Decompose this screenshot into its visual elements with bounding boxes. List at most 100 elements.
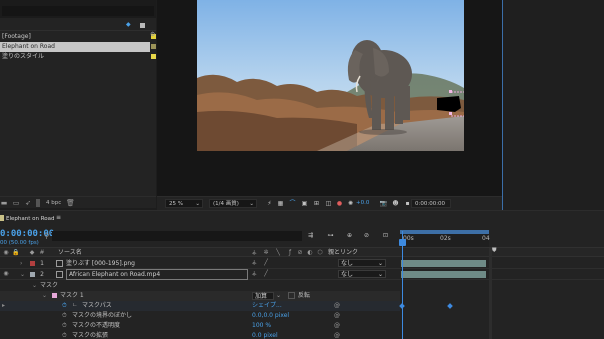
shy-layers-icon[interactable]: ⊕ xyxy=(345,231,354,240)
composition-frame[interactable] xyxy=(197,0,464,151)
mask-prop-value[interactable]: シェイプ... xyxy=(252,301,282,311)
chevron-down-icon[interactable]: ⌄ xyxy=(32,281,37,291)
color-channels-icon[interactable]: ● xyxy=(335,199,344,208)
zoom-dropdown[interactable]: 25 % ⌄ xyxy=(165,199,203,208)
comp-button-icon[interactable]: ⛊ xyxy=(492,247,498,254)
video-icon[interactable]: ◉ xyxy=(2,249,10,257)
new-folder-icon[interactable]: ▭ xyxy=(12,199,20,207)
playhead-handle[interactable] xyxy=(399,239,406,246)
new-comp-icon[interactable]: ➶ xyxy=(24,199,32,207)
chevron-down-icon[interactable]: ⌄ xyxy=(20,269,25,280)
mask-mode-dropdown[interactable]: 加算 xyxy=(252,292,274,300)
label-color-swatch[interactable] xyxy=(151,44,156,49)
interpret-footage-icon[interactable]: ▬ xyxy=(0,199,8,207)
fast-previews-icon[interactable]: ⚡ xyxy=(265,199,274,208)
quality-switch-icon[interactable]: ╱ xyxy=(262,259,270,267)
mask-name[interactable]: マスク 1 xyxy=(60,291,84,301)
mask-row[interactable]: ⌄ マスク 1 加算 ⌄ 反転 xyxy=(0,291,400,301)
adjustment-layer-icon[interactable]: ◐ xyxy=(306,249,314,257)
shy-switch-icon[interactable]: ⚶ xyxy=(250,249,258,257)
frame-blending-icon[interactable]: ⊘ xyxy=(362,231,371,240)
expression-icon[interactable]: @ xyxy=(334,331,340,339)
mask-prop-value[interactable]: 100 % xyxy=(252,321,271,331)
mask-color-swatch[interactable] xyxy=(52,293,57,298)
timeline-tab[interactable]: Elephant on Road xyxy=(6,215,55,223)
exposure-reset-icon[interactable]: ✺ xyxy=(346,199,355,208)
hash-icon[interactable]: # xyxy=(38,249,46,257)
panel-menu-icon[interactable]: ≡ xyxy=(56,214,61,221)
invert-checkbox[interactable] xyxy=(288,292,295,299)
graph-icon[interactable]: ㄴ xyxy=(72,301,78,311)
work-area-bar[interactable] xyxy=(400,230,489,234)
trash-icon[interactable]: 🗑 xyxy=(66,199,75,207)
mask-prop-value[interactable]: 0.0,0.0 pixel xyxy=(252,311,289,321)
project-item-footage-folder[interactable]: [Footage] xyxy=(0,32,156,42)
label-column-icon[interactable] xyxy=(140,23,145,28)
mask-path-row[interactable]: ▸ ⏱ ㄴ マスクパス シェイプ... @ xyxy=(0,301,400,311)
channel-icon[interactable]: ◫ xyxy=(324,199,333,208)
stopwatch-icon[interactable]: ⏱ xyxy=(62,321,67,331)
layer-row-1[interactable]: › 1 塗りぶす [000-195].png ⚶ ╱ なし ⌄ xyxy=(0,258,604,269)
lock-icon[interactable]: 🔒 xyxy=(12,249,20,257)
motion-blur-icon[interactable]: ⊘ xyxy=(296,249,304,257)
project-search-input[interactable] xyxy=(2,6,154,16)
timeline-search-input[interactable] xyxy=(52,231,302,241)
expression-icon[interactable]: @ xyxy=(334,311,340,321)
type-tag-icon[interactable]: ◆ xyxy=(126,22,133,28)
project-item-elephant-comp[interactable]: Elephant on Road xyxy=(0,42,156,52)
chevron-right-icon[interactable]: › xyxy=(20,258,22,269)
label-icon[interactable]: ◆ xyxy=(28,249,36,257)
parent-dropdown[interactable]: なし ⌄ xyxy=(338,270,386,278)
composition-viewer[interactable] xyxy=(157,0,502,196)
quality-switch-icon[interactable]: ╱ xyxy=(262,270,270,278)
region-of-interest-icon[interactable]: ▣ xyxy=(300,199,309,208)
layer-label-swatch[interactable] xyxy=(30,261,35,266)
layer-duration-bar[interactable] xyxy=(401,271,486,278)
fx-icon[interactable]: ƒ xyxy=(286,249,294,257)
resolution-dropdown[interactable]: (1/4 画質) ⌄ xyxy=(209,199,257,208)
mask-group-row[interactable]: ⌄ マスク xyxy=(0,281,400,291)
layer-name[interactable]: 塗りぶす [000-195].png xyxy=(66,258,135,269)
fx-switch-icon[interactable]: ✲ xyxy=(262,249,270,257)
bit-depth-button[interactable]: 4 bpc xyxy=(46,199,61,207)
stopwatch-icon[interactable]: ⏱ xyxy=(62,331,67,339)
project-item-paint-style[interactable]: 塗りのスタイル xyxy=(0,52,156,62)
shy-switch-icon[interactable]: ⚶ xyxy=(250,270,258,278)
source-name-column[interactable]: ソース名 xyxy=(58,248,82,257)
label-color-swatch[interactable] xyxy=(151,54,156,59)
mask-prop-value[interactable]: 0.0 pixel xyxy=(252,331,278,339)
flowchart-icon[interactable]: ⚙ xyxy=(150,32,156,38)
comp-flowchart-icon[interactable]: ⇶ xyxy=(306,231,315,240)
snapshot-icon[interactable]: 📷 xyxy=(379,199,388,208)
stopwatch-icon[interactable]: ⏱ xyxy=(62,301,67,311)
guides-icon[interactable]: ⊞ xyxy=(312,199,321,208)
timeline-scrollbar[interactable] xyxy=(489,248,492,339)
draft-3d-icon[interactable]: ⊶ xyxy=(326,231,335,240)
mask-expansion-row[interactable]: ⏱ マスクの拡張 0.0 pixel @ xyxy=(0,331,400,339)
mask-opacity-row[interactable]: ⏱ マスクの不透明度 100 % @ xyxy=(0,321,400,331)
shy-switch-icon[interactable]: ⚶ xyxy=(250,259,258,267)
transparency-grid-icon[interactable]: ▦ xyxy=(276,199,285,208)
exposure-value[interactable]: +0.0 xyxy=(356,199,369,208)
keyframe-nav-icon[interactable]: ▸ xyxy=(2,301,5,311)
graph-editor-icon[interactable]: ⊡ xyxy=(381,231,390,240)
layer-duration-bar[interactable] xyxy=(401,260,486,267)
show-snapshot-icon[interactable]: ☻ xyxy=(391,199,400,208)
layer-label-swatch[interactable] xyxy=(30,272,35,277)
layer-name[interactable]: African Elephant on Road.mp4 xyxy=(66,269,248,280)
current-time-indicator[interactable] xyxy=(402,231,403,339)
stopwatch-icon[interactable]: ⏱ xyxy=(62,311,67,321)
video-icon[interactable]: ◉ xyxy=(2,270,10,278)
mask-feather-row[interactable]: ⏱ マスクの境界のぼかし 0.0,0.0 pixel @ xyxy=(0,311,400,321)
mask-path-keyframe-2[interactable] xyxy=(447,303,453,309)
quality-switch-icon[interactable]: ╲ xyxy=(274,249,282,257)
3d-layer-icon[interactable]: ⬡ xyxy=(316,249,324,257)
parent-link-column[interactable]: 親とリンク xyxy=(328,248,358,257)
current-time-field[interactable]: 0:00:00:00 xyxy=(411,199,451,208)
expression-icon[interactable]: @ xyxy=(334,321,340,331)
mask-visibility-icon[interactable]: ⌒ xyxy=(288,199,297,208)
parent-dropdown[interactable]: なし ⌄ xyxy=(338,259,386,267)
layer-row-2[interactable]: ◉ ⌄ 2 African Elephant on Road.mp4 ⚶ ╱ な… xyxy=(0,269,604,280)
expression-icon[interactable]: @ xyxy=(334,301,340,311)
chevron-down-icon[interactable]: ⌄ xyxy=(42,291,47,301)
